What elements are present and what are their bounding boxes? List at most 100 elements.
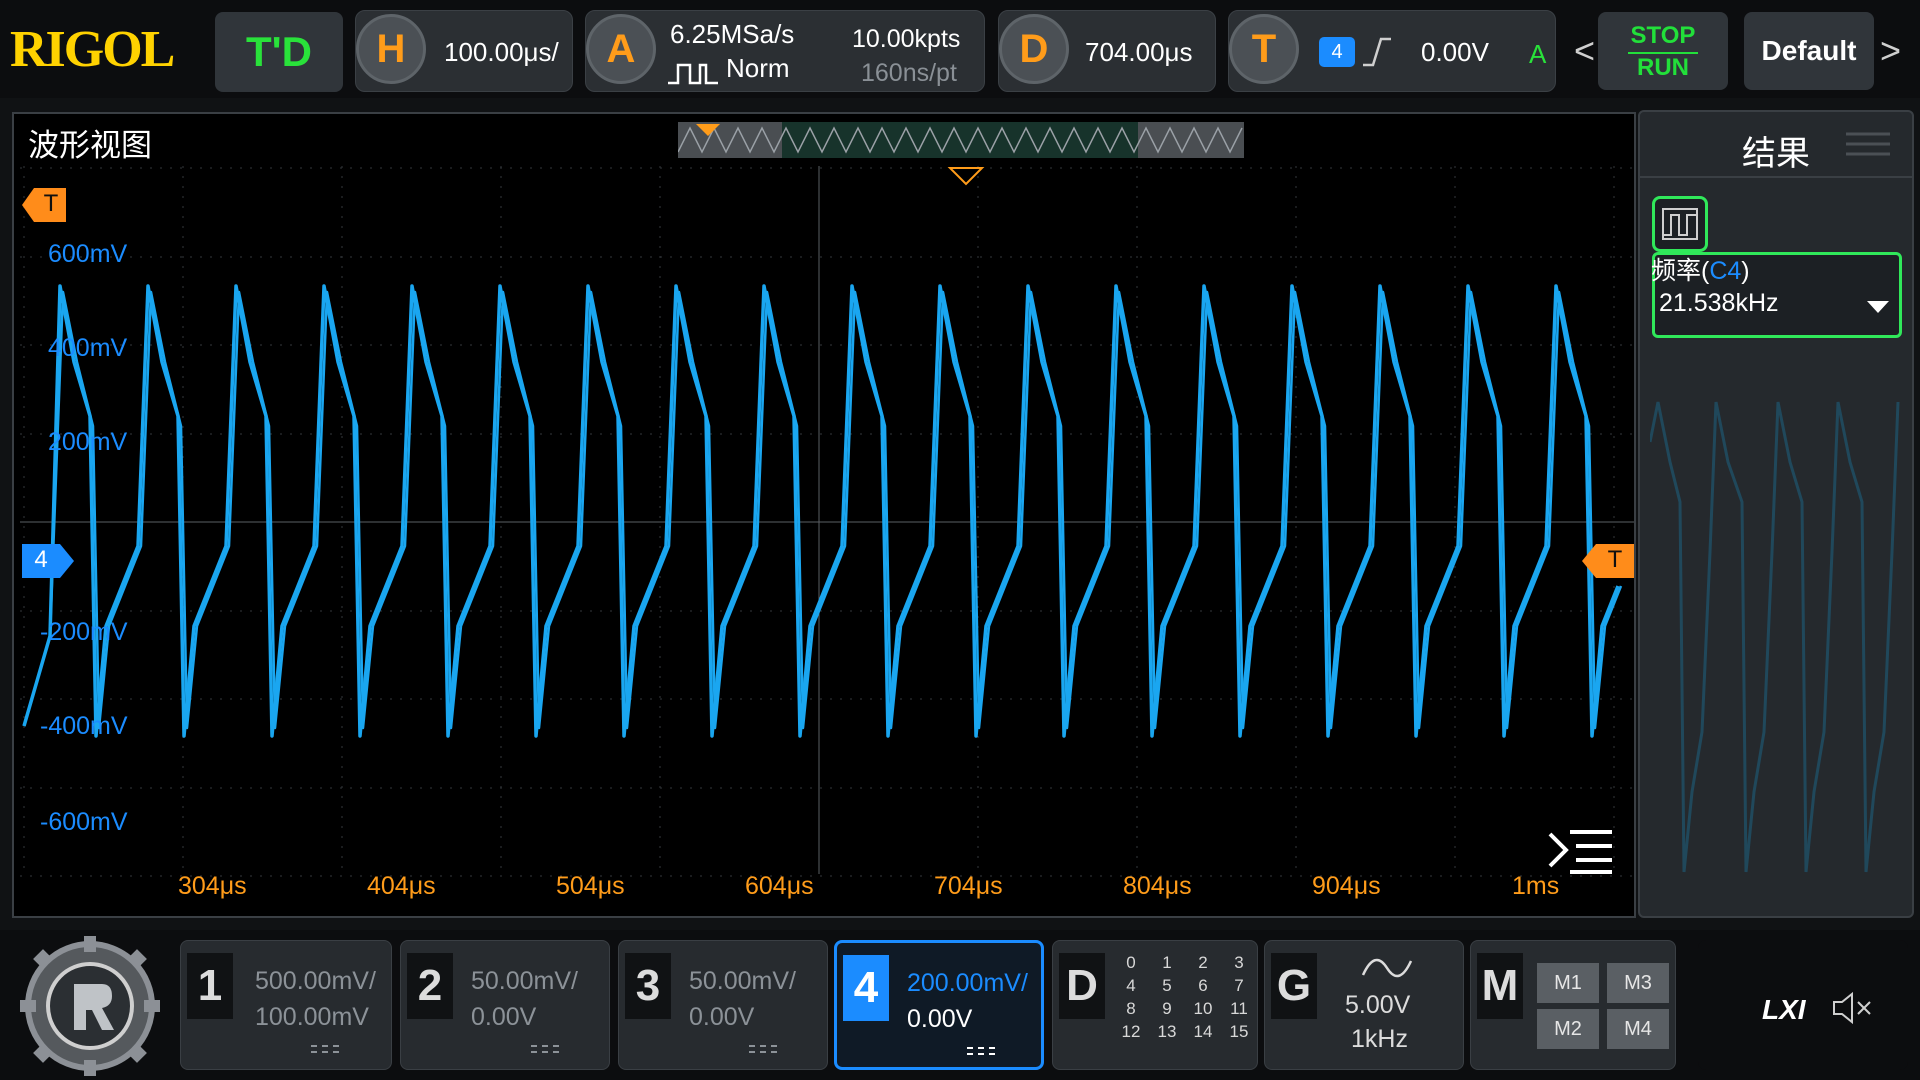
digital-bit: 14	[1193, 1022, 1213, 1041]
waveform-menu-icon[interactable]	[1546, 826, 1616, 876]
channel3-offset: 0.00V	[689, 1003, 755, 1031]
channel1-scale: 500.00mV/	[255, 967, 376, 995]
channel4-coupling-icon	[967, 1047, 995, 1055]
waveform-view-title: 波形视图	[28, 128, 152, 163]
digital-bit: 8	[1126, 999, 1136, 1018]
channel2-coupling-icon	[531, 1045, 559, 1053]
td-button[interactable]: T'D	[215, 12, 343, 92]
bottom-bar: 1 500.00mV/ 100.00mV 2 50.00mV/ 0.00V 3 …	[0, 930, 1920, 1080]
prev-page-arrow[interactable]: <	[1574, 30, 1595, 72]
measurement-source: C4	[1709, 257, 1742, 285]
run-stop-button[interactable]: STOP RUN	[1598, 12, 1728, 90]
delay-panel[interactable]: D 704.00μs	[998, 10, 1216, 92]
horizontal-scale-panel[interactable]: H 100.00μs/	[355, 10, 573, 92]
math-m3-button[interactable]: M3	[1607, 963, 1669, 1003]
channel3-number: 3	[625, 953, 671, 1019]
trigger-level-marker[interactable]: T	[1582, 544, 1634, 578]
lxi-label: LXI	[1762, 994, 1806, 1025]
waveform-grid[interactable]: T 4 T 600mV 400mV 200mV -200mV -400mV -6…	[20, 166, 1634, 914]
digital-bit: 7	[1234, 976, 1244, 995]
acquire-menu-button[interactable]: A	[586, 14, 656, 84]
horizontal-menu-button[interactable]: H	[356, 14, 426, 84]
digital-bit: 10	[1193, 999, 1213, 1018]
rigol-logo: RIGOL	[10, 21, 175, 78]
trigger-position-marker[interactable]: T	[22, 188, 66, 222]
generator-panel[interactable]: G 5.00V 1kHz	[1264, 940, 1464, 1070]
sample-rate: 6.25MSa/s	[670, 19, 795, 49]
channel-marker-label: 4	[34, 546, 48, 573]
waveform-view[interactable]: 波形视图 T 4 T 600mV 400mV 200mV -200mV -400…	[12, 112, 1636, 918]
rising-edge-icon	[1363, 37, 1391, 67]
channel2-panel[interactable]: 2 50.00mV/ 0.00V	[400, 940, 610, 1070]
trigger-level-marker-label: T	[1607, 546, 1623, 573]
x-label: 604μs	[745, 872, 814, 900]
results-divider	[1640, 176, 1912, 178]
trigger-panel[interactable]: T 4 0.00V A	[1228, 10, 1556, 92]
measurement-close: )	[1741, 257, 1750, 285]
digital-bit: 11	[1230, 999, 1248, 1018]
generator-frequency: 1kHz	[1351, 1025, 1408, 1053]
acquire-panel[interactable]: A 6.25MSa/s Norm 10.00kpts 160ns/pt	[585, 10, 985, 92]
results-ghost-waveform	[1650, 401, 1900, 873]
results-menu-icon[interactable]	[1846, 130, 1892, 160]
digital-bit: 15	[1229, 1022, 1249, 1041]
app-menu-gear-icon[interactable]	[14, 936, 166, 1076]
channel1-panel[interactable]: 1 500.00mV/ 100.00mV	[180, 940, 392, 1070]
trigger-marker-label: T	[43, 190, 59, 217]
y-label-400mv: 400mV	[48, 334, 128, 362]
channel4-offset-marker[interactable]: 4	[22, 544, 74, 578]
digital-bit: 12	[1121, 1022, 1141, 1041]
sine-wave-icon	[1361, 958, 1413, 978]
trigger-source-badge: 4	[1319, 37, 1355, 67]
results-panel[interactable]: 结果 频率(C4) 21.538kHz	[1638, 110, 1914, 918]
y-label-minus-200mv: -200mV	[40, 618, 128, 646]
channel4-trace	[22, 290, 1623, 730]
horizontal-scale-value: 100.00μs/	[444, 37, 559, 67]
y-label-minus-400mv: -400mV	[40, 712, 128, 740]
channel2-offset: 0.00V	[471, 1003, 537, 1031]
x-label: 1ms	[1512, 872, 1560, 900]
channel4-offset: 0.00V	[907, 1005, 973, 1033]
x-label: 804μs	[1123, 872, 1192, 900]
math-panel[interactable]: M M1 M3 M2 M4	[1470, 940, 1676, 1070]
generator-letter: G	[1271, 953, 1317, 1019]
x-label: 304μs	[178, 872, 247, 900]
channel2-scale: 50.00mV/	[471, 967, 579, 995]
trigger-menu-button[interactable]: T	[1229, 14, 1299, 84]
digital-bit: 0	[1126, 953, 1136, 972]
math-m1-button[interactable]: M1	[1537, 963, 1599, 1003]
frequency-measurement-card[interactable]: 频率(C4) 21.538kHz	[1651, 252, 1902, 338]
x-label: 704μs	[934, 872, 1003, 900]
frequency-measure-icon	[1662, 208, 1698, 240]
channel3-scale: 50.00mV/	[689, 967, 797, 995]
speaker-muted-icon[interactable]	[1830, 990, 1876, 1026]
delay-value: 704.00μs	[1085, 37, 1193, 67]
digital-panel[interactable]: D 0123 4567 8 9 10 11 12 13 14 15	[1052, 940, 1258, 1070]
channel3-coupling-icon	[749, 1045, 777, 1053]
x-label: 404μs	[367, 872, 436, 900]
memory-overview-strip[interactable]	[678, 122, 1244, 158]
next-page-arrow[interactable]: >	[1880, 30, 1901, 72]
chevron-down-icon[interactable]	[1865, 299, 1891, 315]
delay-menu-button[interactable]: D	[999, 14, 1069, 84]
delay-position-marker	[947, 167, 985, 186]
y-label-200mv: 200mV	[48, 428, 128, 456]
digital-letter: D	[1059, 953, 1105, 1019]
channel4-panel[interactable]: 4 200.00mV/ 0.00V	[834, 940, 1044, 1070]
waveform-canvas	[20, 166, 1634, 877]
channel3-panel[interactable]: 3 50.00mV/ 0.00V	[618, 940, 828, 1070]
math-m2-button[interactable]: M2	[1537, 1009, 1599, 1049]
math-m4-button[interactable]: M4	[1607, 1009, 1669, 1049]
x-label: 904μs	[1312, 872, 1381, 900]
channel1-offset: 100.00mV	[255, 1003, 369, 1031]
top-bar: RIGOL T'D H 100.00μs/ A 6.25MSa/s Norm 1…	[0, 0, 1920, 98]
time-per-point: 160ns/pt	[861, 59, 957, 87]
channel2-number: 2	[407, 953, 453, 1019]
run-label: RUN	[1637, 54, 1689, 81]
acquire-mode: Norm	[726, 53, 790, 83]
trigger-mode: A	[1529, 39, 1547, 69]
digital-bit: 2	[1198, 953, 1208, 972]
measurement-type-button[interactable]	[1652, 196, 1708, 252]
default-button[interactable]: Default	[1744, 12, 1874, 90]
channel4-scale: 200.00mV/	[907, 969, 1028, 997]
